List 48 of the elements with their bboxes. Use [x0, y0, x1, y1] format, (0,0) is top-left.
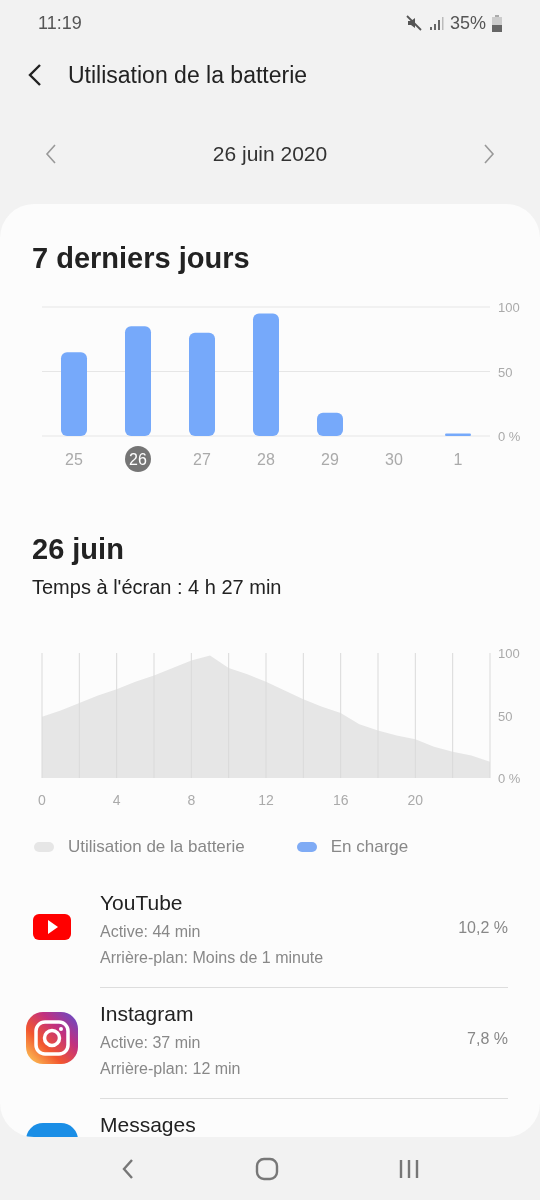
screen-time: Temps à l'écran : 4 h 27 min — [32, 576, 283, 599]
axis-label: 20 — [407, 792, 424, 808]
background-time: Arrière-plan: Moins de 1 minute — [100, 949, 325, 967]
axis-label[interactable]: 28 — [257, 451, 275, 468]
legend-label: En charge — [330, 837, 409, 857]
home-icon[interactable] — [255, 1156, 279, 1181]
usage-percent: 7,8 % — [467, 1030, 508, 1049]
background-time: Arrière-plan: 12 min — [100, 1060, 242, 1078]
axis-label[interactable]: 25 — [65, 451, 83, 468]
axis-label[interactable]: 1 — [453, 451, 463, 468]
signal-icon — [427, 15, 444, 31]
axis-label: 0 % — [498, 771, 521, 786]
axis-label: 50 — [498, 708, 513, 724]
day-title: 26 juin — [32, 533, 125, 566]
app-name[interactable]: Instagram — [100, 1002, 468, 1026]
x-tick-label: 26 — [129, 451, 147, 468]
axis-label[interactable]: 27 — [193, 451, 211, 468]
mute-icon — [405, 15, 422, 31]
date-label: 26 juin 2020 — [212, 142, 328, 166]
axis-label: 50 — [498, 364, 513, 380]
previous-icon[interactable] — [44, 143, 58, 165]
axis-label: 100 — [498, 300, 520, 315]
battery-percent: 35% — [449, 12, 486, 34]
active-time: Active: 37 min — [100, 1034, 202, 1052]
axis-label[interactable]: 30 — [385, 451, 403, 468]
axis-label: 12 — [258, 792, 274, 808]
axis-label: 100 — [498, 646, 520, 661]
axis-label: 0 % — [498, 429, 521, 444]
app-name[interactable]: Messages — [100, 1113, 508, 1137]
selected-day[interactable]: 26 — [125, 446, 151, 472]
page-title: Utilisation de la batterie — [68, 61, 308, 89]
app-name[interactable]: YouTube — [100, 891, 459, 915]
axis-label: 0 — [38, 792, 46, 808]
camera-icon — [26, 1012, 78, 1064]
recents-icon[interactable] — [398, 1157, 421, 1180]
active-time: Active: 44 min — [100, 923, 202, 941]
section-title: 7 derniers jours — [32, 242, 251, 275]
bar — [317, 412, 343, 436]
usage-percent: 10,2 % — [458, 919, 508, 938]
next-icon[interactable] — [482, 143, 496, 165]
status-time: 11:19 — [38, 12, 82, 34]
axis-label: 16 — [332, 792, 349, 808]
axis-label[interactable]: 29 — [321, 451, 339, 468]
bar — [445, 433, 471, 436]
legend-label: Utilisation de la batterie — [68, 837, 245, 857]
axis-label: 8 — [187, 792, 196, 808]
battery-icon — [492, 14, 502, 32]
axis-label: 4 — [112, 792, 121, 808]
